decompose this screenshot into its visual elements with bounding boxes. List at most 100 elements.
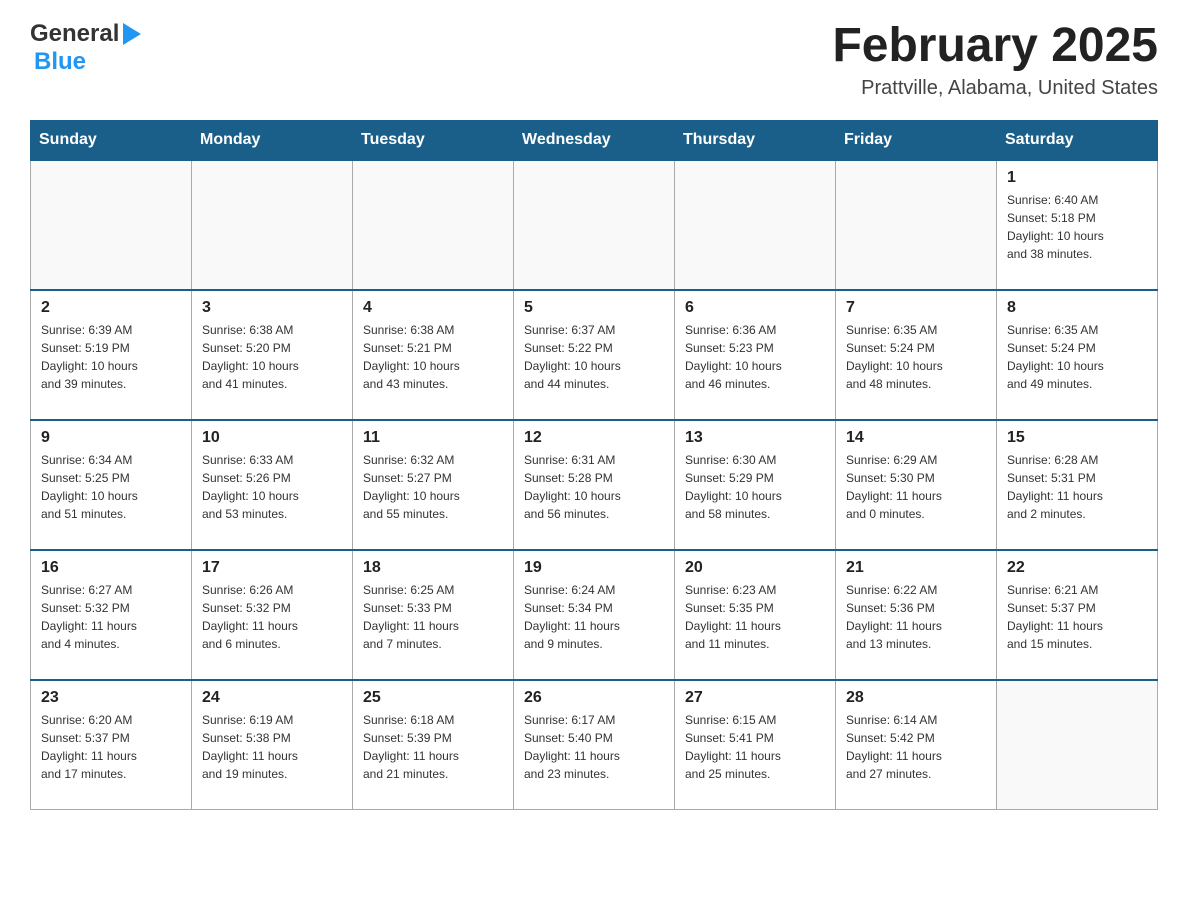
calendar-table: SundayMondayTuesdayWednesdayThursdayFrid… [30, 120, 1158, 811]
logo-general-text: General [30, 20, 119, 48]
day-number: 4 [363, 299, 503, 317]
logo-blue-text: Blue [34, 48, 86, 75]
calendar-cell: 27 Sunrise: 6:15 AM Sunset: 5:41 PM Dayli… [675, 680, 836, 810]
calendar-cell: 5 Sunrise: 6:37 AM Sunset: 5:22 PM Daylig… [514, 290, 675, 420]
calendar-cell: 9 Sunrise: 6:34 AM Sunset: 5:25 PM Daylig… [31, 420, 192, 550]
day-info: Sunrise: 6:26 AM Sunset: 5:32 PM Dayligh… [202, 581, 342, 653]
day-info: Sunrise: 6:38 AM Sunset: 5:20 PM Dayligh… [202, 321, 342, 393]
day-info: Sunrise: 6:20 AM Sunset: 5:37 PM Dayligh… [41, 711, 181, 783]
day-number: 6 [685, 299, 825, 317]
day-info: Sunrise: 6:33 AM Sunset: 5:26 PM Dayligh… [202, 451, 342, 523]
day-number: 24 [202, 689, 342, 707]
day-info: Sunrise: 6:24 AM Sunset: 5:34 PM Dayligh… [524, 581, 664, 653]
day-info: Sunrise: 6:18 AM Sunset: 5:39 PM Dayligh… [363, 711, 503, 783]
calendar-cell: 14 Sunrise: 6:29 AM Sunset: 5:30 PM Dayli… [836, 420, 997, 550]
day-info: Sunrise: 6:40 AM Sunset: 5:18 PM Dayligh… [1007, 191, 1147, 263]
day-number: 18 [363, 559, 503, 577]
day-info: Sunrise: 6:14 AM Sunset: 5:42 PM Dayligh… [846, 711, 986, 783]
day-info: Sunrise: 6:15 AM Sunset: 5:41 PM Dayligh… [685, 711, 825, 783]
calendar-cell: 28 Sunrise: 6:14 AM Sunset: 5:42 PM Dayli… [836, 680, 997, 810]
calendar-cell: 17Sunrise: 6:26 AM Sunset: 5:32 PM Dayli… [192, 550, 353, 680]
day-info: Sunrise: 6:27 AM Sunset: 5:32 PM Dayligh… [41, 581, 181, 653]
calendar-cell [675, 160, 836, 290]
day-number: 22 [1007, 559, 1147, 577]
day-number: 20 [685, 559, 825, 577]
calendar-cell: 26 Sunrise: 6:17 AM Sunset: 5:40 PM Dayli… [514, 680, 675, 810]
day-number: 14 [846, 429, 986, 447]
calendar-cell: 11Sunrise: 6:32 AM Sunset: 5:27 PM Dayli… [353, 420, 514, 550]
weekday-header-wednesday: Wednesday [514, 120, 675, 160]
day-info: Sunrise: 6:30 AM Sunset: 5:29 PM Dayligh… [685, 451, 825, 523]
day-number: 25 [363, 689, 503, 707]
day-number: 15 [1007, 429, 1147, 447]
day-number: 23 [41, 689, 181, 707]
calendar-cell: 10Sunrise: 6:33 AM Sunset: 5:26 PM Dayli… [192, 420, 353, 550]
calendar-week-row: 2 Sunrise: 6:39 AM Sunset: 5:19 PM Daylig… [31, 290, 1158, 420]
calendar-cell: 7 Sunrise: 6:35 AM Sunset: 5:24 PM Daylig… [836, 290, 997, 420]
day-number: 5 [524, 299, 664, 317]
title-block: February 2025 Prattville, Alabama, Unite… [832, 20, 1158, 100]
day-number: 26 [524, 689, 664, 707]
weekday-header-sunday: Sunday [31, 120, 192, 160]
day-number: 7 [846, 299, 986, 317]
calendar-cell: 16 Sunrise: 6:27 AM Sunset: 5:32 PM Dayli… [31, 550, 192, 680]
weekday-header-friday: Friday [836, 120, 997, 160]
weekday-header-saturday: Saturday [997, 120, 1158, 160]
day-info: Sunrise: 6:34 AM Sunset: 5:25 PM Dayligh… [41, 451, 181, 523]
calendar-cell: 12Sunrise: 6:31 AM Sunset: 5:28 PM Dayli… [514, 420, 675, 550]
calendar-cell: 4Sunrise: 6:38 AM Sunset: 5:21 PM Daylig… [353, 290, 514, 420]
month-title: February 2025 [832, 20, 1158, 73]
day-info: Sunrise: 6:28 AM Sunset: 5:31 PM Dayligh… [1007, 451, 1147, 523]
day-info: Sunrise: 6:35 AM Sunset: 5:24 PM Dayligh… [846, 321, 986, 393]
calendar-cell: 18 Sunrise: 6:25 AM Sunset: 5:33 PM Dayli… [353, 550, 514, 680]
calendar-cell: 24 Sunrise: 6:19 AM Sunset: 5:38 PM Dayli… [192, 680, 353, 810]
calendar-cell [353, 160, 514, 290]
day-info: Sunrise: 6:39 AM Sunset: 5:19 PM Dayligh… [41, 321, 181, 393]
logo-arrow-icon [123, 23, 141, 45]
weekday-header-thursday: Thursday [675, 120, 836, 160]
calendar-week-row: 16 Sunrise: 6:27 AM Sunset: 5:32 PM Dayli… [31, 550, 1158, 680]
day-info: Sunrise: 6:35 AM Sunset: 5:24 PM Dayligh… [1007, 321, 1147, 393]
day-number: 21 [846, 559, 986, 577]
logo: General Blue [30, 20, 141, 76]
day-info: Sunrise: 6:37 AM Sunset: 5:22 PM Dayligh… [524, 321, 664, 393]
calendar-cell: 2 Sunrise: 6:39 AM Sunset: 5:19 PM Daylig… [31, 290, 192, 420]
calendar-cell: 25 Sunrise: 6:18 AM Sunset: 5:39 PM Dayli… [353, 680, 514, 810]
day-number: 19 [524, 559, 664, 577]
calendar-cell: 8Sunrise: 6:35 AM Sunset: 5:24 PM Daylig… [997, 290, 1158, 420]
day-number: 3 [202, 299, 342, 317]
day-number: 1 [1007, 169, 1147, 187]
calendar-cell [514, 160, 675, 290]
day-info: Sunrise: 6:29 AM Sunset: 5:30 PM Dayligh… [846, 451, 986, 523]
calendar-cell: 1 Sunrise: 6:40 AM Sunset: 5:18 PM Daylig… [997, 160, 1158, 290]
day-info: Sunrise: 6:19 AM Sunset: 5:38 PM Dayligh… [202, 711, 342, 783]
calendar-cell: 15 Sunrise: 6:28 AM Sunset: 5:31 PM Dayli… [997, 420, 1158, 550]
day-number: 27 [685, 689, 825, 707]
weekday-header-monday: Monday [192, 120, 353, 160]
day-number: 28 [846, 689, 986, 707]
day-info: Sunrise: 6:21 AM Sunset: 5:37 PM Dayligh… [1007, 581, 1147, 653]
day-number: 12 [524, 429, 664, 447]
day-number: 2 [41, 299, 181, 317]
day-number: 16 [41, 559, 181, 577]
calendar-cell [997, 680, 1158, 810]
day-number: 9 [41, 429, 181, 447]
day-info: Sunrise: 6:22 AM Sunset: 5:36 PM Dayligh… [846, 581, 986, 653]
day-info: Sunrise: 6:17 AM Sunset: 5:40 PM Dayligh… [524, 711, 664, 783]
calendar-cell: 6 Sunrise: 6:36 AM Sunset: 5:23 PM Daylig… [675, 290, 836, 420]
calendar-cell: 3 Sunrise: 6:38 AM Sunset: 5:20 PM Daylig… [192, 290, 353, 420]
day-info: Sunrise: 6:23 AM Sunset: 5:35 PM Dayligh… [685, 581, 825, 653]
calendar-cell: 13 Sunrise: 6:30 AM Sunset: 5:29 PM Dayli… [675, 420, 836, 550]
day-info: Sunrise: 6:36 AM Sunset: 5:23 PM Dayligh… [685, 321, 825, 393]
calendar-week-row: 23 Sunrise: 6:20 AM Sunset: 5:37 PM Dayli… [31, 680, 1158, 810]
calendar-week-row: 9 Sunrise: 6:34 AM Sunset: 5:25 PM Daylig… [31, 420, 1158, 550]
day-number: 11 [363, 429, 503, 447]
day-info: Sunrise: 6:25 AM Sunset: 5:33 PM Dayligh… [363, 581, 503, 653]
calendar-cell [836, 160, 997, 290]
weekday-header-tuesday: Tuesday [353, 120, 514, 160]
calendar-cell [192, 160, 353, 290]
day-number: 13 [685, 429, 825, 447]
calendar-cell: 22 Sunrise: 6:21 AM Sunset: 5:37 PM Dayli… [997, 550, 1158, 680]
calendar-cell: 19 Sunrise: 6:24 AM Sunset: 5:34 PM Dayli… [514, 550, 675, 680]
page-header: General Blue February 2025 Prattville, A… [30, 20, 1158, 100]
